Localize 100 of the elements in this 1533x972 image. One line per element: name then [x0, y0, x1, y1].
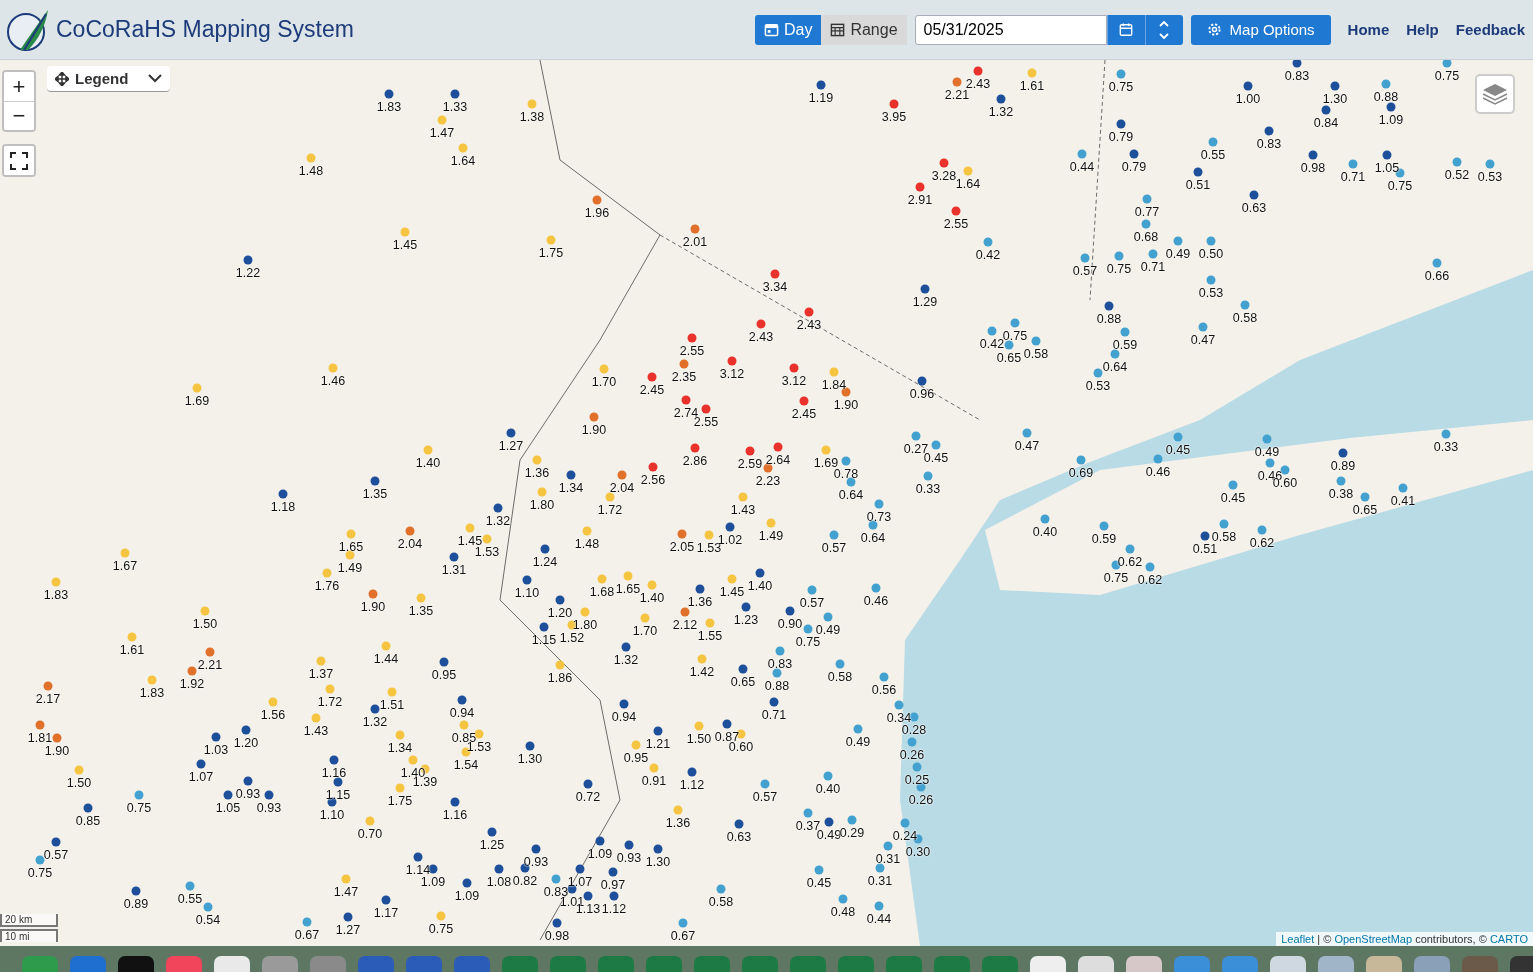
- station-dot[interactable]: [952, 77, 962, 87]
- station-dot[interactable]: [1200, 531, 1210, 541]
- station-dot[interactable]: [555, 660, 565, 670]
- station-dot[interactable]: [127, 632, 137, 642]
- station-dot[interactable]: [1116, 69, 1126, 79]
- station-dot[interactable]: [575, 864, 585, 874]
- station-dot[interactable]: [841, 456, 851, 466]
- station-dot[interactable]: [506, 428, 516, 438]
- station-dot[interactable]: [52, 733, 62, 743]
- station-dot[interactable]: [1104, 301, 1114, 311]
- station-dot[interactable]: [268, 697, 278, 707]
- day-mode-button[interactable]: Day: [754, 14, 822, 45]
- station-dot[interactable]: [1382, 150, 1392, 160]
- station-dot[interactable]: [716, 884, 726, 894]
- station-dot[interactable]: [789, 363, 799, 373]
- nav-link[interactable]: Feedback: [1455, 21, 1525, 38]
- station-dot[interactable]: [755, 568, 765, 578]
- station-dot[interactable]: [1262, 434, 1272, 444]
- station-dot[interactable]: [328, 363, 338, 373]
- station-dot[interactable]: [738, 664, 748, 674]
- station-dot[interactable]: [1348, 159, 1358, 169]
- station-dot[interactable]: [459, 720, 469, 730]
- station-dot[interactable]: [329, 755, 339, 765]
- station-dot[interactable]: [738, 492, 748, 502]
- station-dot[interactable]: [200, 606, 210, 616]
- station-dot[interactable]: [785, 606, 795, 616]
- station-dot[interactable]: [727, 574, 737, 584]
- station-dot[interactable]: [1077, 149, 1087, 159]
- station-dot[interactable]: [1173, 432, 1183, 442]
- station-dot[interactable]: [551, 874, 561, 884]
- station-dot[interactable]: [589, 412, 599, 422]
- station-dot[interactable]: [1193, 167, 1203, 177]
- station-dot[interactable]: [931, 440, 941, 450]
- station-dot[interactable]: [1228, 480, 1238, 490]
- station-dot[interactable]: [437, 115, 447, 125]
- station-dot[interactable]: [1206, 275, 1216, 285]
- station-dot[interactable]: [35, 855, 45, 865]
- station-dot[interactable]: [450, 797, 460, 807]
- station-dot[interactable]: [278, 489, 288, 499]
- station-dot[interactable]: [911, 431, 921, 441]
- station-dot[interactable]: [823, 612, 833, 622]
- station-dot[interactable]: [1265, 458, 1275, 468]
- station-dot[interactable]: [1040, 514, 1050, 524]
- station-dot[interactable]: [592, 195, 602, 205]
- station-dot[interactable]: [1099, 521, 1109, 531]
- station-dot[interactable]: [487, 827, 497, 837]
- station-dot[interactable]: [987, 326, 997, 336]
- station-dot[interactable]: [816, 80, 826, 90]
- station-dot[interactable]: [799, 396, 809, 406]
- station-dot[interactable]: [835, 659, 845, 669]
- station-dot[interactable]: [951, 206, 961, 216]
- station-dot[interactable]: [370, 476, 380, 486]
- station-dot[interactable]: [539, 622, 549, 632]
- station-dot[interactable]: [756, 319, 766, 329]
- station-dot[interactable]: [1381, 79, 1391, 89]
- attribution-link[interactable]: CARTO: [1489, 933, 1528, 945]
- station-dot[interactable]: [1010, 318, 1020, 328]
- station-dot[interactable]: [1292, 60, 1302, 68]
- station-dot[interactable]: [900, 818, 910, 828]
- station-dot[interactable]: [920, 284, 930, 294]
- station-dot[interactable]: [741, 602, 751, 612]
- station-dot[interactable]: [1116, 119, 1126, 129]
- station-dot[interactable]: [147, 675, 157, 685]
- station-dot[interactable]: [527, 99, 537, 109]
- station-dot[interactable]: [1145, 562, 1155, 572]
- station-dot[interactable]: [395, 783, 405, 793]
- station-dot[interactable]: [1114, 251, 1124, 261]
- station-dot[interactable]: [405, 526, 415, 536]
- station-dot[interactable]: [875, 863, 885, 873]
- station-dot[interactable]: [264, 790, 274, 800]
- station-dot[interactable]: [704, 530, 714, 540]
- station-dot[interactable]: [1249, 190, 1259, 200]
- station-dot[interactable]: [838, 894, 848, 904]
- station-dot[interactable]: [1022, 428, 1032, 438]
- station-dot[interactable]: [912, 762, 922, 772]
- station-dot[interactable]: [847, 815, 857, 825]
- station-dot[interactable]: [889, 99, 899, 109]
- station-dot[interactable]: [532, 455, 542, 465]
- date-stepper-button[interactable]: [1144, 14, 1183, 45]
- station-dot[interactable]: [597, 574, 607, 584]
- station-dot[interactable]: [1360, 492, 1370, 502]
- station-dot[interactable]: [1129, 149, 1139, 159]
- station-dot[interactable]: [647, 372, 657, 382]
- station-dot[interactable]: [400, 227, 410, 237]
- station-dot[interactable]: [1148, 249, 1158, 259]
- station-dot[interactable]: [605, 492, 615, 502]
- station-dot[interactable]: [1338, 448, 1348, 458]
- station-dot[interactable]: [760, 779, 770, 789]
- station-dot[interactable]: [803, 808, 813, 818]
- station-dot[interactable]: [909, 712, 919, 722]
- station-dot[interactable]: [823, 771, 833, 781]
- station-dot[interactable]: [525, 741, 535, 751]
- station-dot[interactable]: [1219, 519, 1229, 529]
- station-dot[interactable]: [807, 585, 817, 595]
- station-dot[interactable]: [874, 901, 884, 911]
- map-options-button[interactable]: Map Options: [1190, 14, 1331, 45]
- station-dot[interactable]: [449, 552, 459, 562]
- station-dot[interactable]: [1125, 544, 1135, 554]
- station-dot[interactable]: [185, 881, 195, 891]
- zoom-out-button[interactable]: −: [4, 101, 34, 130]
